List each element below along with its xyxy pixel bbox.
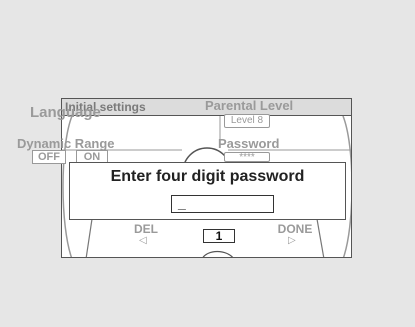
digit-entry-box[interactable]: 1 xyxy=(203,229,235,243)
right-triangle-icon: ▷ xyxy=(288,235,296,246)
parental-level-option[interactable]: Parental Level xyxy=(205,98,293,113)
left-triangle-icon: ◁ xyxy=(139,235,147,246)
done-button[interactable]: DONE xyxy=(276,222,314,236)
password-mask: **** xyxy=(224,152,270,162)
dynamic-range-option[interactable]: Dynamic Range xyxy=(17,136,115,151)
language-option[interactable]: Language xyxy=(30,104,101,121)
password-dialog: Enter four digit password _ xyxy=(69,162,346,220)
password-input[interactable]: _ xyxy=(171,195,274,213)
parental-level-value: Level 8 xyxy=(224,114,270,128)
password-option[interactable]: Password xyxy=(218,136,279,151)
dialog-title: Enter four digit password xyxy=(110,168,305,185)
del-button[interactable]: DEL xyxy=(130,222,162,236)
dynamic-range-off-button[interactable]: OFF xyxy=(32,150,66,164)
